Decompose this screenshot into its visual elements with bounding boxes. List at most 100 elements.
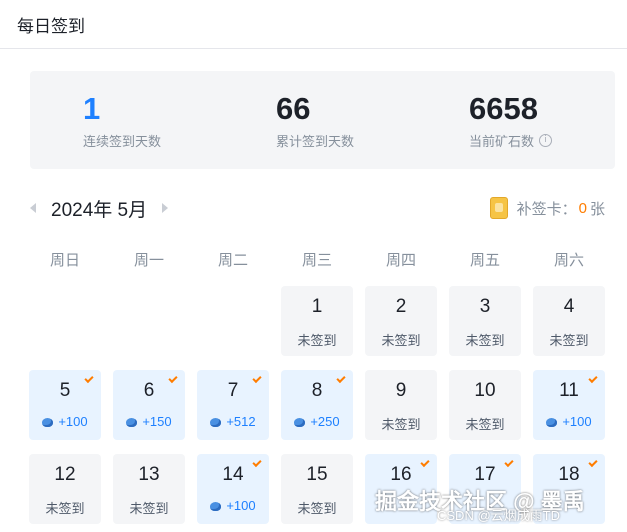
- ore-icon: [210, 502, 222, 511]
- weekday-label: 周二: [217, 252, 248, 269]
- stat-consecutive-days: 1 连续签到天数: [83, 91, 161, 150]
- info-icon[interactable]: i: [539, 134, 553, 147]
- day-number: 11: [559, 380, 579, 401]
- day-text: +100: [562, 414, 592, 429]
- day-text: 未签到: [465, 417, 505, 432]
- day-text: 未签到: [297, 333, 337, 348]
- day-number: 3: [479, 296, 491, 317]
- day-number: 14: [222, 464, 244, 485]
- day-number: 5: [59, 380, 71, 401]
- day-number: 13: [138, 464, 160, 485]
- day-number: 15: [306, 464, 328, 485]
- day-reward: +100: [197, 498, 269, 513]
- makeup-card-icon: [489, 197, 508, 219]
- day-number: 4: [563, 296, 575, 317]
- calendar-day[interactable]: 8 +250: [281, 370, 353, 440]
- stat-label: 当前矿石数: [469, 134, 535, 149]
- weekday-label: 周四: [385, 252, 416, 269]
- calendar-day[interactable]: 15 未签到: [281, 454, 353, 524]
- day-text: +100: [226, 498, 256, 513]
- page-title: 每日签到: [17, 17, 85, 36]
- weekday-label: 周五: [469, 252, 500, 269]
- day-number: 7: [227, 380, 239, 401]
- month-label: 2024年 5月: [51, 199, 148, 221]
- stats-panel: 1 连续签到天数 66 累计签到天数 6658 当前矿石数 i: [30, 71, 615, 169]
- day-text: 未签到: [465, 333, 505, 348]
- day-status: 未签到: [449, 414, 521, 433]
- day-status: 未签到: [449, 330, 521, 349]
- day-text: +100: [58, 414, 88, 429]
- day-number: 1: [311, 296, 323, 317]
- calendar-day[interactable]: 9 未签到: [365, 370, 437, 440]
- day-number: 8: [311, 380, 323, 401]
- ore-icon: [126, 418, 138, 427]
- stat-total-days: 66 累计签到天数: [276, 91, 354, 150]
- day-number: 12: [54, 464, 76, 485]
- day-number: 9: [395, 380, 407, 401]
- calendar-day[interactable]: 10 未签到: [449, 370, 521, 440]
- day-text: 未签到: [549, 333, 589, 348]
- day-text: 未签到: [381, 417, 421, 432]
- day-status: 未签到: [113, 498, 185, 517]
- weekday-header: 周日 周一 周二 周三 周四 周五 周六: [29, 249, 605, 269]
- day-status: 未签到: [281, 330, 353, 349]
- day-text: 未签到: [297, 501, 337, 516]
- day-status: 未签到: [281, 498, 353, 517]
- stat-label: 累计签到天数: [276, 134, 355, 149]
- calendar-day[interactable]: 5 +100: [29, 370, 101, 440]
- day-reward: +512: [197, 414, 269, 429]
- day-text: 未签到: [381, 333, 421, 348]
- day-reward: +100: [29, 414, 101, 429]
- makeup-card-count: 0: [578, 199, 587, 217]
- ore-icon: [210, 418, 222, 427]
- day-number: 10: [474, 380, 496, 401]
- day-number: 16: [390, 464, 412, 485]
- day-text: 未签到: [45, 501, 85, 516]
- calendar-day[interactable]: 12 未签到: [29, 454, 101, 524]
- day-number: 6: [143, 380, 155, 401]
- day-reward: +100: [533, 414, 605, 429]
- weekday-label: 周三: [301, 252, 332, 269]
- ore-icon: [546, 418, 558, 427]
- weekday-label: 周一: [133, 252, 164, 269]
- stat-ore-count: 6658 当前矿石数 i: [469, 91, 553, 150]
- stat-value: 6658: [469, 91, 538, 126]
- day-text: 未签到: [129, 501, 169, 516]
- makeup-card-label: 补签卡：: [516, 200, 577, 218]
- calendar-day[interactable]: 7 +512: [197, 370, 269, 440]
- calendar-day[interactable]: 13 未签到: [113, 454, 185, 524]
- month-navigator: 2024年 5月: [30, 194, 169, 222]
- stat-label-row: 当前矿石数 i: [469, 131, 553, 150]
- day-reward: +150: [113, 414, 185, 429]
- stat-value: 66: [276, 91, 311, 126]
- day-number: 2: [395, 296, 407, 317]
- csdn-watermark: CSDN @云烟成雨TD: [437, 508, 560, 523]
- weekday-label: 周六: [553, 252, 584, 269]
- calendar-day[interactable]: 6 +150: [113, 370, 185, 440]
- day-status: 未签到: [365, 414, 437, 433]
- day-text: +250: [310, 414, 340, 429]
- next-month-icon[interactable]: [162, 203, 169, 213]
- day-number: 17: [474, 464, 496, 485]
- calendar-day[interactable]: 11 +100: [533, 370, 605, 440]
- stat-value: 1: [83, 91, 101, 126]
- day-text: +512: [226, 414, 256, 429]
- day-status: 未签到: [29, 498, 101, 517]
- calendar-day[interactable]: 4 未签到: [533, 286, 605, 356]
- calendar-day[interactable]: 3 未签到: [449, 286, 521, 356]
- makeup-card-info: 补签卡： 0 张: [489, 197, 605, 219]
- makeup-card-unit: 张: [589, 200, 605, 218]
- day-status: 未签到: [365, 330, 437, 349]
- ore-icon: [294, 418, 306, 427]
- calendar-day[interactable]: 14 +100: [197, 454, 269, 524]
- ore-icon: [42, 418, 54, 427]
- weekday-label: 周日: [49, 252, 80, 269]
- page-header: 每日签到: [0, 0, 627, 49]
- calendar-day[interactable]: 1 未签到: [281, 286, 353, 356]
- day-number: 18: [558, 464, 580, 485]
- prev-month-icon[interactable]: [30, 203, 36, 213]
- day-status: 未签到: [533, 330, 605, 349]
- day-reward: +250: [281, 414, 353, 429]
- stat-label: 连续签到天数: [83, 134, 162, 149]
- calendar-day[interactable]: 2 未签到: [365, 286, 437, 356]
